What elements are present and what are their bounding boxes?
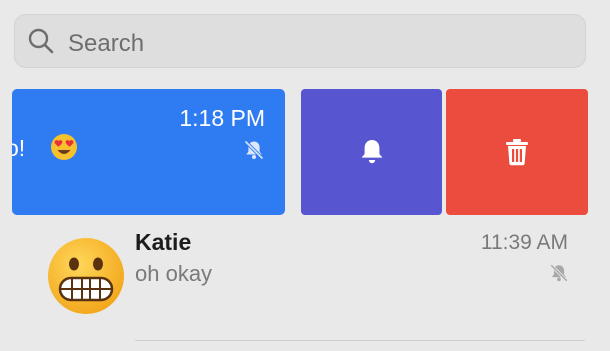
notifications-toggle-button[interactable]: [301, 89, 442, 215]
search-input[interactable]: [66, 27, 550, 61]
delete-conversation-button[interactable]: [446, 89, 588, 215]
conversation-preview: o!: [12, 135, 26, 161]
conversation-preview: oh okay: [135, 261, 213, 286]
bell-slash-icon: [244, 140, 264, 160]
trash-icon: [506, 139, 528, 166]
row-divider: [135, 340, 585, 341]
heart-eyes-emoji-icon: [51, 134, 77, 160]
search-icon: [28, 28, 54, 54]
grimacing-emoji-avatar: [48, 238, 124, 314]
conversation-time: 1:18 PM: [179, 105, 265, 131]
contact-name: Katie: [135, 229, 192, 255]
bell-slash-icon: [550, 264, 568, 282]
bell-icon: [361, 140, 382, 164]
swiped-conversation-row[interactable]: 1:18 PM o!: [12, 89, 285, 215]
conversation-time: 11:39 AM: [480, 231, 568, 254]
